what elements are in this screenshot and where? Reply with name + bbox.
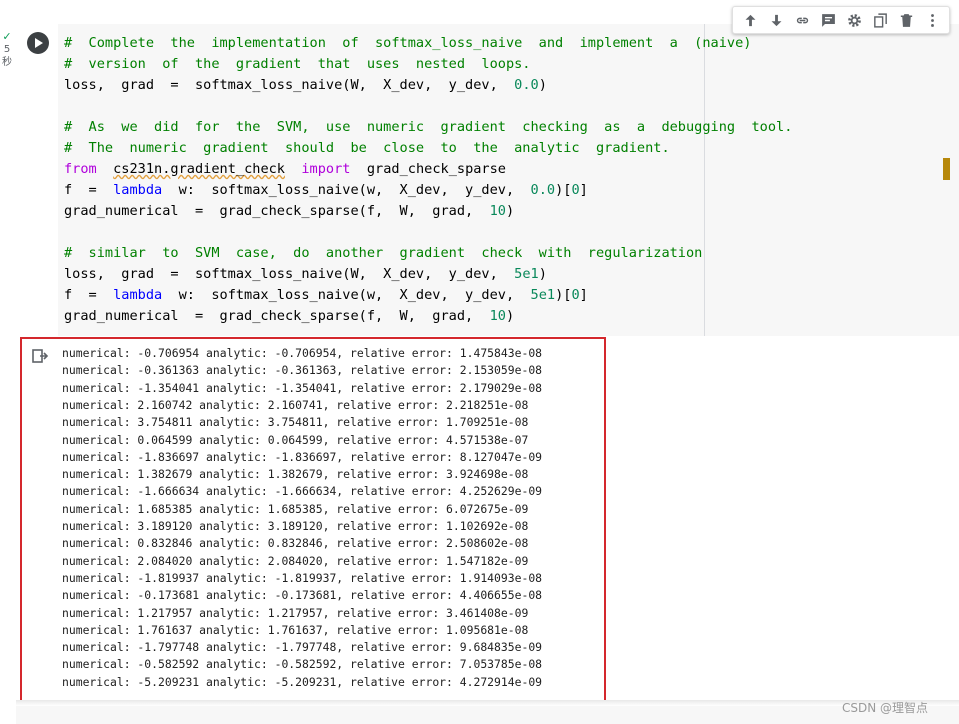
code-line-6: from cs231n.gradient_check import grad_c… bbox=[64, 161, 506, 177]
output-line: numerical: 3.189120 analytic: 3.189120, … bbox=[62, 519, 529, 533]
output-line: numerical: 3.754811 analytic: 3.754811, … bbox=[62, 415, 529, 430]
code-line-3: loss, grad = softmax_loss_naive(W, X_dev… bbox=[64, 77, 547, 93]
code-line-8: grad_numerical = grad_check_sparse(f, W,… bbox=[64, 203, 515, 219]
watermark: CSDN @理智点 bbox=[842, 701, 929, 715]
output-line: numerical: -0.173681 analytic: -0.173681… bbox=[62, 588, 543, 603]
success-check-icon: ✓ bbox=[2, 30, 12, 43]
more-icon[interactable] bbox=[922, 10, 942, 30]
output-line: numerical: -1.666634 analytic: -1.666634… bbox=[62, 484, 543, 499]
output-line: numerical: -1.836697 analytic: -1.836697… bbox=[62, 449, 543, 464]
code-line-1: # Complete the implementation of softmax… bbox=[64, 35, 752, 51]
output-line: numerical: 2.160742 analytic: 2.160741, … bbox=[62, 397, 529, 412]
code-line-4: # As we did for the SVM, use numeric gra… bbox=[64, 119, 793, 135]
output-line: numerical: 0.064599 analytic: 0.064599, … bbox=[62, 432, 529, 447]
delete-icon[interactable] bbox=[896, 10, 916, 30]
comment-icon[interactable] bbox=[818, 10, 838, 30]
arrow-up-icon[interactable] bbox=[740, 10, 760, 30]
ruler-line bbox=[704, 24, 705, 336]
code-line-10: loss, grad = softmax_loss_naive(W, X_dev… bbox=[64, 266, 547, 282]
code-line-11: f = lambda w: softmax_loss_naive(w, X_de… bbox=[64, 287, 588, 303]
output-line: numerical: -0.706954 analytic: -0.706954… bbox=[62, 346, 543, 360]
output-line: numerical: -1.797748 analytic: -1.797748… bbox=[62, 640, 543, 655]
execution-time: 5 bbox=[3, 44, 11, 55]
output-line: numerical: -5.209231 analytic: -5.209231… bbox=[62, 674, 543, 689]
scrollbar-marker bbox=[943, 158, 950, 180]
output-line: numerical: 2.084020 analytic: 2.084020, … bbox=[62, 553, 529, 568]
run-cell-button[interactable] bbox=[27, 32, 49, 54]
mirror-cell-icon[interactable] bbox=[870, 10, 890, 30]
output-line: numerical: -1.819937 analytic: -1.819937… bbox=[62, 570, 543, 585]
output-line: numerical: -0.361363 analytic: -0.361363… bbox=[62, 363, 543, 378]
code-line-9: # similar to SVM case, do another gradie… bbox=[64, 245, 703, 261]
execution-status: ✓ 5 秒 bbox=[0, 30, 14, 69]
code-line-12: grad_numerical = grad_check_sparse(f, W,… bbox=[64, 308, 515, 324]
output-line: numerical: 1.761637 analytic: 1.761637, … bbox=[62, 622, 529, 637]
output-line: numerical: 0.832846 analytic: 0.832846, … bbox=[62, 536, 529, 551]
code-line-5: # The numeric gradient should be close t… bbox=[64, 140, 670, 156]
arrow-down-icon[interactable] bbox=[766, 10, 786, 30]
output-line: numerical: 1.685385 analytic: 1.685385, … bbox=[62, 501, 529, 516]
settings-icon[interactable] bbox=[844, 10, 864, 30]
output-line: numerical: 1.382679 analytic: 1.382679, … bbox=[62, 467, 529, 482]
next-cell-area bbox=[16, 706, 959, 724]
code-line-2: # version of the gradient that uses nest… bbox=[64, 56, 531, 72]
code-line-7: f = lambda w: softmax_loss_naive(w, X_de… bbox=[64, 182, 588, 198]
output-line: numerical: -0.582592 analytic: -0.582592… bbox=[62, 657, 543, 672]
cell-toolbar bbox=[732, 6, 950, 34]
link-icon[interactable] bbox=[792, 10, 812, 30]
output-line: numerical: -1.354041 analytic: -1.354041… bbox=[62, 380, 543, 395]
execution-time-unit: 秒 bbox=[2, 57, 12, 68]
output-line: numerical: 1.217957 analytic: 1.217957, … bbox=[62, 605, 529, 620]
